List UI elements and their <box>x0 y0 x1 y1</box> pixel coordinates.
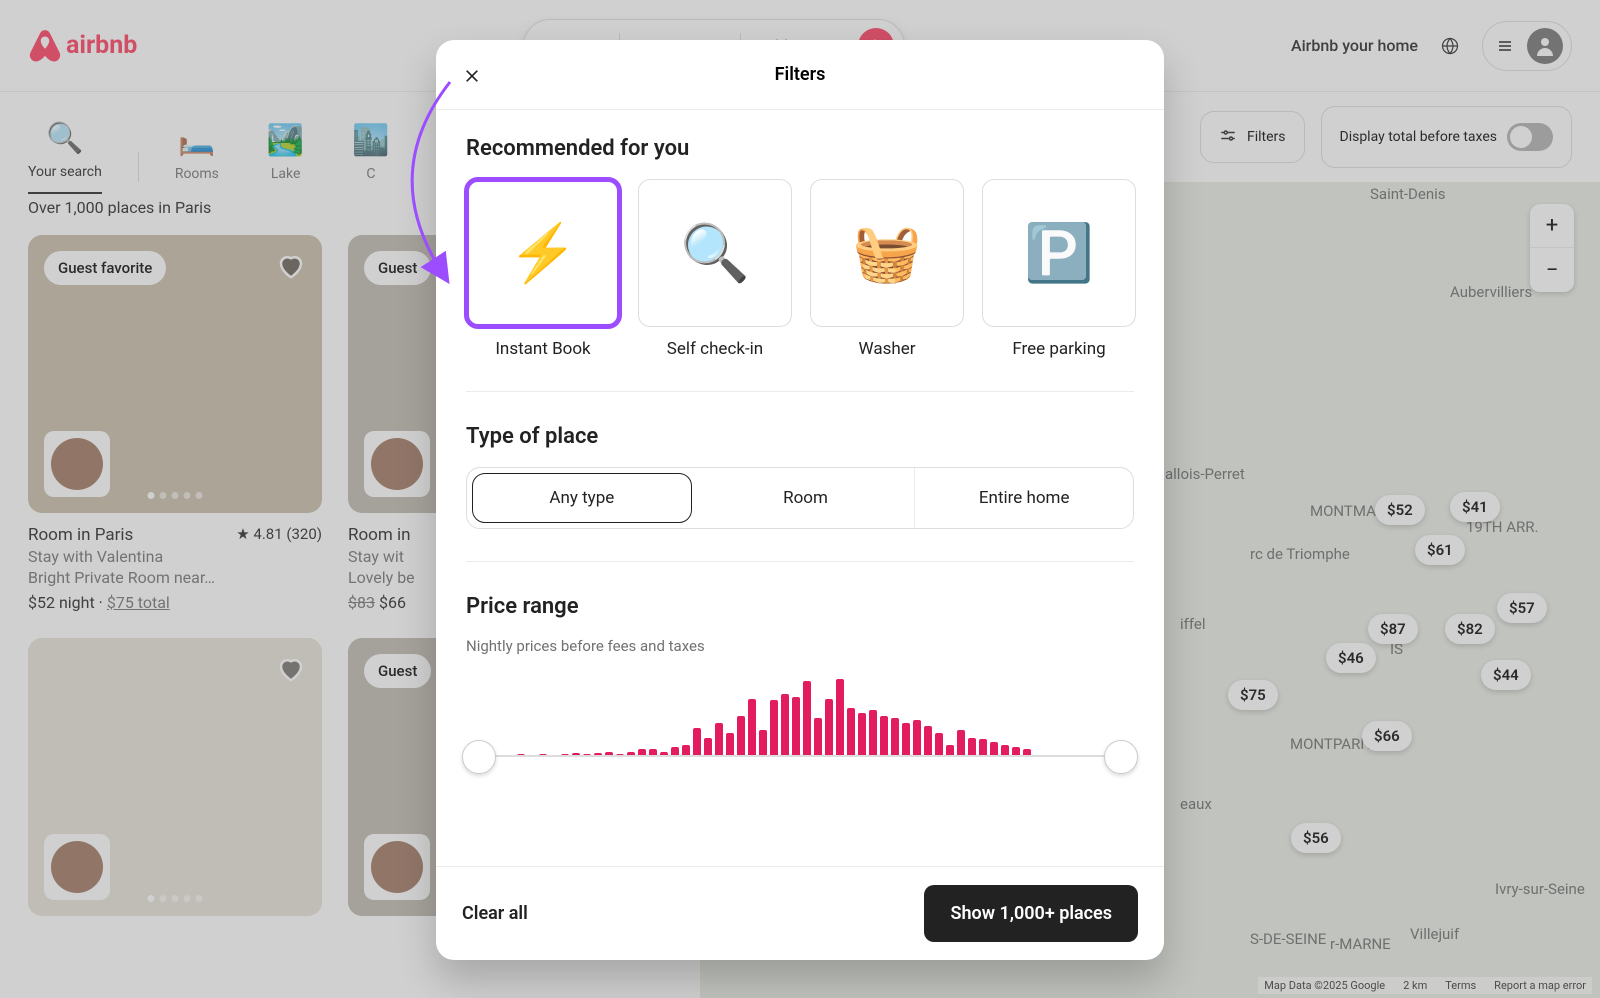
histogram-bar <box>913 720 921 757</box>
histogram-bar <box>726 733 734 757</box>
histogram-bar <box>770 700 778 757</box>
histogram-bar <box>924 726 932 757</box>
histogram-bar <box>836 679 844 757</box>
histogram-bar <box>880 716 888 757</box>
histogram-bar <box>781 694 789 757</box>
price-sub: Nightly prices before fees and taxes <box>466 637 1134 655</box>
type-option-room[interactable]: Room <box>697 468 916 528</box>
type-option-entire-home[interactable]: Entire home <box>915 468 1133 528</box>
type-title: Type of place <box>466 424 1134 449</box>
histogram-bar <box>748 699 756 758</box>
close-modal-button[interactable] <box>458 62 486 90</box>
rec-card-washer[interactable]: 🧺Washer <box>810 179 964 359</box>
rec-card-self-check-in[interactable]: 🔍Self check-in <box>638 179 792 359</box>
modal-title: Filters <box>775 64 826 85</box>
filters-modal: Filters Recommended for you ⚡Instant Boo… <box>436 40 1164 960</box>
histogram-bar <box>693 728 701 757</box>
recommended-title: Recommended for you <box>466 136 1134 161</box>
price-slider-max[interactable] <box>1104 740 1138 774</box>
rec-card-free-parking[interactable]: 🅿️Free parking <box>982 179 1136 359</box>
histogram-bar <box>792 697 800 757</box>
histogram-bar <box>759 730 767 757</box>
histogram-bar <box>957 730 965 757</box>
histogram-bar <box>803 681 811 757</box>
histogram-bar <box>737 716 745 757</box>
histogram-bar <box>935 733 943 757</box>
histogram-bar <box>715 723 723 757</box>
histogram-bar <box>869 710 877 757</box>
histogram-bar <box>858 713 866 757</box>
close-icon <box>464 68 480 84</box>
price-title: Price range <box>466 594 1134 619</box>
price-slider-min[interactable] <box>462 740 496 774</box>
histogram-bar <box>902 723 910 757</box>
clear-all-button[interactable]: Clear all <box>462 903 528 924</box>
histogram-bar <box>825 699 833 758</box>
show-results-button[interactable]: Show 1,000+ places <box>924 885 1138 942</box>
price-histogram <box>466 677 1134 757</box>
type-option-any-type[interactable]: Any type <box>472 473 692 523</box>
rec-card-instant-book[interactable]: ⚡Instant Book <box>466 179 620 359</box>
histogram-bar <box>847 708 855 757</box>
histogram-bar <box>814 718 822 757</box>
histogram-bar <box>891 718 899 757</box>
